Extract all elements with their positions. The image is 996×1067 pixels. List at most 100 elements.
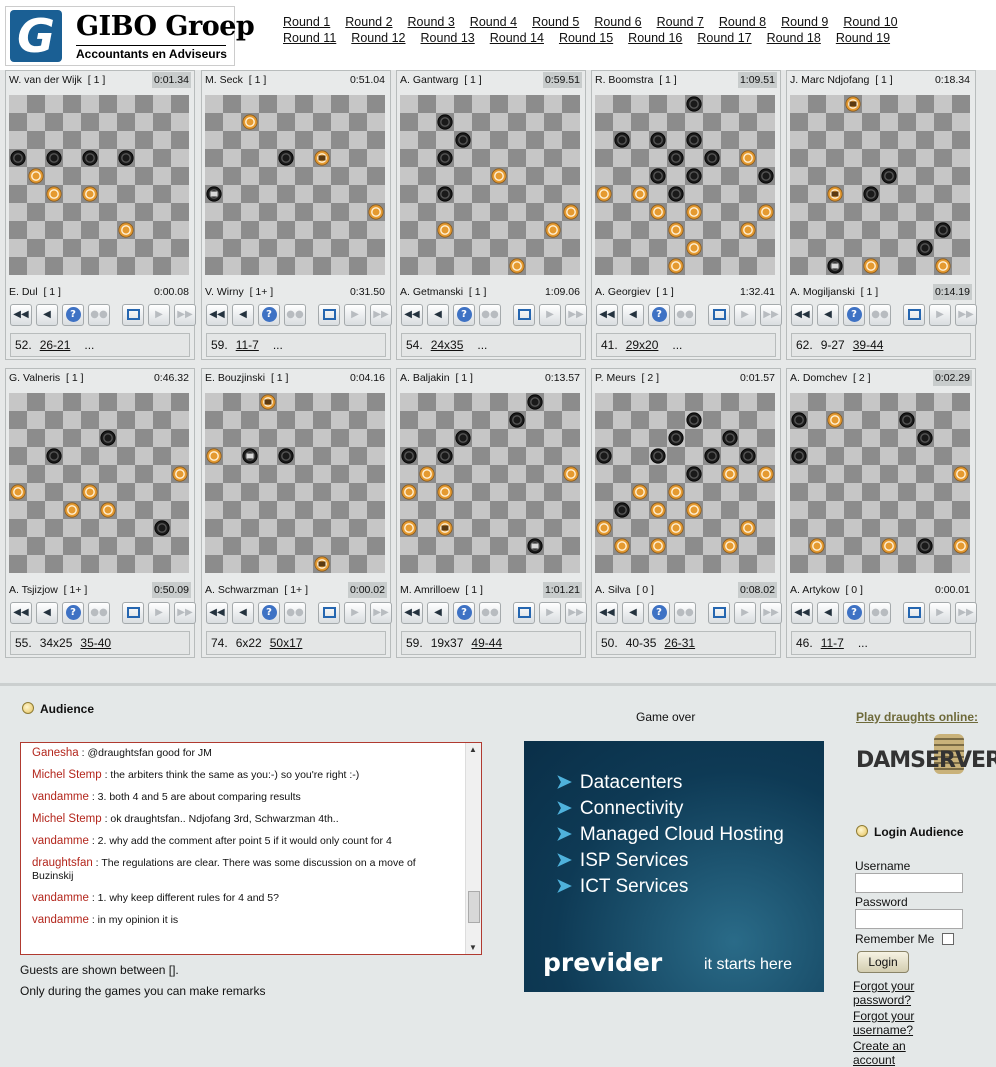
draughts-board[interactable] xyxy=(595,95,775,275)
help-icon[interactable]: ? xyxy=(648,304,670,326)
round-link[interactable]: Round 17 xyxy=(697,31,751,46)
draughts-board[interactable] xyxy=(400,393,580,573)
help-icon[interactable]: ? xyxy=(453,304,475,326)
last-icon[interactable]: ▶▶ xyxy=(370,304,392,326)
first-icon[interactable]: ◀◀ xyxy=(791,304,813,326)
help-icon[interactable]: ? xyxy=(62,602,84,624)
first-icon[interactable]: ◀◀ xyxy=(206,304,228,326)
draughts-board[interactable] xyxy=(790,95,970,275)
help-icon[interactable]: ? xyxy=(258,304,280,326)
pause-icon[interactable]: ●● xyxy=(479,304,501,326)
next-icon[interactable]: ▶ xyxy=(344,304,366,326)
last-move-link[interactable]: 49-44 xyxy=(471,636,502,650)
flip-icon[interactable] xyxy=(513,304,535,326)
chat-box[interactable]: Ganesha : @draughtsfan good for JM Michel… xyxy=(20,742,482,955)
prev-icon[interactable]: ◀ xyxy=(817,304,839,326)
pause-icon[interactable]: ●● xyxy=(88,602,110,624)
next-icon[interactable]: ▶ xyxy=(929,602,951,624)
help-icon[interactable]: ? xyxy=(843,304,865,326)
pause-icon[interactable]: ●● xyxy=(284,304,306,326)
first-icon[interactable]: ◀◀ xyxy=(596,602,618,624)
prev-icon[interactable]: ◀ xyxy=(36,602,58,624)
next-icon[interactable]: ▶ xyxy=(929,304,951,326)
round-link[interactable]: Round 6 xyxy=(594,15,641,30)
next-icon[interactable]: ▶ xyxy=(344,602,366,624)
round-link[interactable]: Round 13 xyxy=(421,31,475,46)
next-icon[interactable]: ▶ xyxy=(539,304,561,326)
help-icon[interactable]: ? xyxy=(258,602,280,624)
last-move-link[interactable]: 50x17 xyxy=(270,636,303,650)
prev-icon[interactable]: ◀ xyxy=(427,304,449,326)
prev-icon[interactable]: ◀ xyxy=(232,304,254,326)
prev-icon[interactable]: ◀ xyxy=(232,602,254,624)
draughts-board[interactable] xyxy=(790,393,970,573)
flip-icon[interactable] xyxy=(513,602,535,624)
pause-icon[interactable]: ●● xyxy=(479,602,501,624)
flip-icon[interactable] xyxy=(122,304,144,326)
flip-icon[interactable] xyxy=(318,602,340,624)
pause-icon[interactable]: ●● xyxy=(284,602,306,624)
round-link[interactable]: Round 16 xyxy=(628,31,682,46)
draughts-board[interactable] xyxy=(205,95,385,275)
prev-icon[interactable]: ◀ xyxy=(622,304,644,326)
last-move-link[interactable]: 26-31 xyxy=(664,636,695,650)
next-icon[interactable]: ▶ xyxy=(148,602,170,624)
last-icon[interactable]: ▶▶ xyxy=(370,602,392,624)
round-link[interactable]: Round 19 xyxy=(836,31,890,46)
draughts-board[interactable] xyxy=(9,95,189,275)
round-link[interactable]: Round 12 xyxy=(351,31,405,46)
prev-icon[interactable]: ◀ xyxy=(427,602,449,624)
round-link[interactable]: Round 2 xyxy=(345,15,392,30)
round-link[interactable]: Round 14 xyxy=(490,31,544,46)
last-move-link[interactable]: 11-7 xyxy=(236,338,259,352)
round-link[interactable]: Round 5 xyxy=(532,15,579,30)
last-move-link[interactable]: 24x35 xyxy=(431,338,464,352)
help-icon[interactable]: ? xyxy=(62,304,84,326)
flip-icon[interactable] xyxy=(708,602,730,624)
flip-icon[interactable] xyxy=(122,602,144,624)
round-link[interactable]: Round 18 xyxy=(767,31,821,46)
draughts-board[interactable] xyxy=(400,95,580,275)
next-icon[interactable]: ▶ xyxy=(539,602,561,624)
flip-icon[interactable] xyxy=(708,304,730,326)
pause-icon[interactable]: ●● xyxy=(88,304,110,326)
first-icon[interactable]: ◀◀ xyxy=(596,304,618,326)
prev-icon[interactable]: ◀ xyxy=(622,602,644,624)
next-icon[interactable]: ▶ xyxy=(734,602,756,624)
chat-scrollbar[interactable]: ▲ ▼ xyxy=(465,743,481,954)
last-icon[interactable]: ▶▶ xyxy=(565,304,587,326)
draughts-board[interactable] xyxy=(205,393,385,573)
help-icon[interactable]: ? xyxy=(843,602,865,624)
flip-icon[interactable] xyxy=(903,304,925,326)
create-account-link[interactable]: Create an account xyxy=(853,1039,943,1067)
last-icon[interactable]: ▶▶ xyxy=(760,602,782,624)
scroll-down-icon[interactable]: ▼ xyxy=(469,943,477,952)
first-icon[interactable]: ◀◀ xyxy=(10,602,32,624)
prev-icon[interactable]: ◀ xyxy=(36,304,58,326)
first-icon[interactable]: ◀◀ xyxy=(206,602,228,624)
last-icon[interactable]: ▶▶ xyxy=(955,602,977,624)
login-button[interactable]: Login xyxy=(857,951,909,973)
draughts-board[interactable] xyxy=(595,393,775,573)
previder-ad-banner[interactable]: ➤ Datacenters ➤ Connectivity ➤ Managed Cloud … xyxy=(524,741,824,992)
pause-icon[interactable]: ●● xyxy=(869,304,891,326)
scroll-up-icon[interactable]: ▲ xyxy=(469,745,477,754)
round-link[interactable]: Round 4 xyxy=(470,15,517,30)
first-icon[interactable]: ◀◀ xyxy=(10,304,32,326)
round-link[interactable]: Round 1 xyxy=(283,15,330,30)
round-link[interactable]: Round 9 xyxy=(781,15,828,30)
last-icon[interactable]: ▶▶ xyxy=(760,304,782,326)
round-link[interactable]: Round 3 xyxy=(408,15,455,30)
damserver-logo[interactable]: DAMSERVER xyxy=(856,730,996,788)
username-input[interactable] xyxy=(855,873,963,893)
last-icon[interactable]: ▶▶ xyxy=(565,602,587,624)
first-icon[interactable]: ◀◀ xyxy=(401,602,423,624)
remember-me-checkbox[interactable] xyxy=(942,933,954,945)
forgot-password-link[interactable]: Forgot your password? xyxy=(853,979,943,1007)
first-icon[interactable]: ◀◀ xyxy=(791,602,813,624)
round-link[interactable]: Round 15 xyxy=(559,31,613,46)
gibo-logo[interactable]: G GIBO Groep Accountants en Adviseurs xyxy=(5,6,255,66)
pause-icon[interactable]: ●● xyxy=(869,602,891,624)
pause-icon[interactable]: ●● xyxy=(674,304,696,326)
help-icon[interactable]: ? xyxy=(648,602,670,624)
